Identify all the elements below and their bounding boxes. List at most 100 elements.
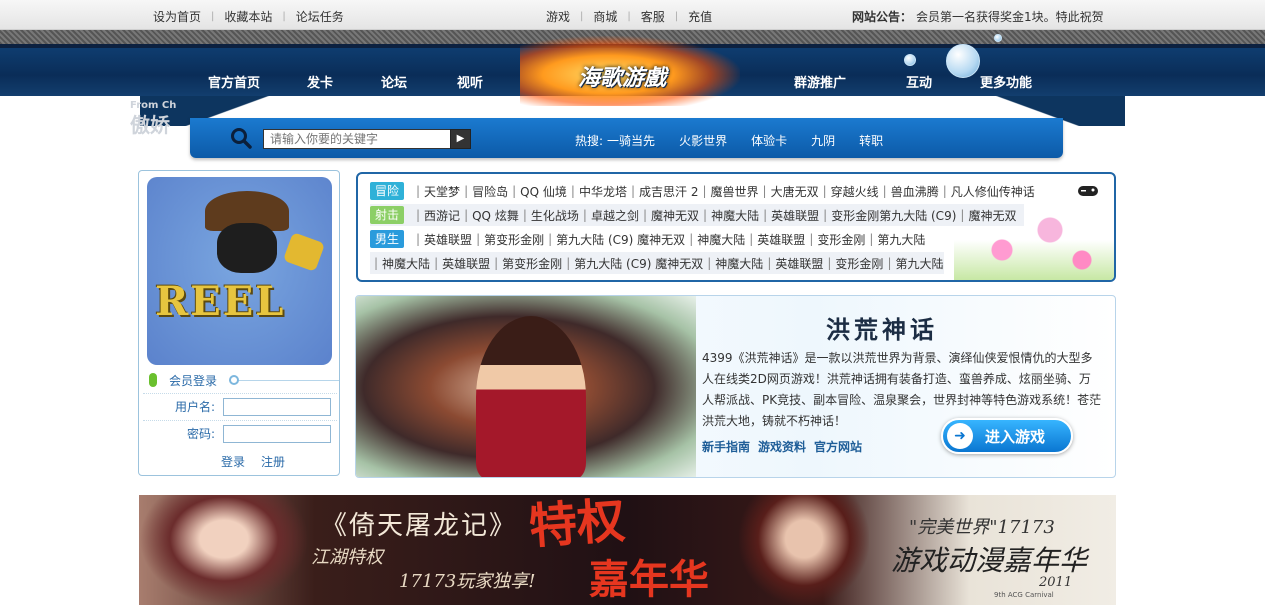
hot-term[interactable]: 火影世界	[679, 132, 727, 149]
nav-cards[interactable]: 发卡	[307, 72, 333, 91]
hot-term[interactable]: 九阴	[811, 132, 835, 149]
game-link[interactable]: 英雄联盟	[424, 231, 472, 248]
search-input[interactable]	[263, 129, 451, 149]
game-link[interactable]: 中华龙塔	[579, 183, 627, 200]
username-field[interactable]	[223, 397, 331, 416]
separator: |	[627, 11, 631, 22]
banner-right-text: "完美世界"17173	[909, 517, 1055, 538]
game-link[interactable]: 魔神无双	[968, 207, 1016, 224]
banner-year: 2011	[1039, 575, 1073, 590]
beginner-guide-link[interactable]: 新手指南	[702, 438, 750, 455]
game-link[interactable]: QQ 仙境	[520, 183, 567, 200]
nav-interact[interactable]: 互动	[906, 72, 932, 91]
game-link[interactable]: 英雄联盟	[775, 255, 823, 272]
category-tag[interactable]: 男生	[370, 230, 404, 248]
featured-game-art	[356, 296, 696, 477]
nav-media[interactable]: 视听	[457, 72, 483, 91]
game-link[interactable]: 生化战场	[531, 207, 579, 224]
promo-banner[interactable]: 《倚天屠龙记》 江湖特权 17173玩家独享! 特权 嘉年华 "完美世界"171…	[139, 495, 1116, 605]
separator: |	[763, 208, 768, 222]
game-link[interactable]: 大唐无双	[771, 183, 819, 200]
bubble-decoration	[994, 34, 1002, 42]
game-link[interactable]: 魔神无双	[651, 207, 699, 224]
game-link[interactable]: 凡人修仙传神话	[951, 183, 1035, 200]
recharge-link[interactable]: 充值	[688, 8, 712, 25]
game-link[interactable]: 成吉思汗 2	[639, 183, 698, 200]
game-link[interactable]: 兽血沸腾	[891, 183, 939, 200]
face-graphic	[217, 223, 277, 273]
game-link[interactable]: 西游记	[424, 207, 460, 224]
game-link[interactable]: 第九大陆 (C9) 魔神无双	[574, 255, 703, 272]
top-utility-bar: 设为首页 | 收藏本站 | 论坛任务 游戏 | 商城 | 客服 | 充值 网站公…	[0, 0, 1265, 30]
category-tag[interactable]: 冒险	[370, 182, 404, 200]
separator: |	[582, 208, 587, 222]
game-link[interactable]: 变形金刚	[817, 231, 865, 248]
game-category-box: 冒险 | 天堂梦 | 冒险岛 | QQ 仙境 | 中华龙塔 | 成吉思汗 2 | 魔兽世界 | 大唐无双 | 穿…	[356, 172, 1116, 282]
games-link[interactable]: 游戏	[546, 8, 570, 25]
separator: |	[822, 184, 827, 198]
nav-promotion[interactable]: 群游推广	[794, 72, 846, 91]
avatar-reel-text: REEL	[155, 278, 286, 325]
category-row: 男生 | 英雄联盟 | 第变形金刚 | 第九大陆 (C9) 魔神无双 | 神魔大陆 | 英雄联盟 | 变…	[370, 228, 925, 250]
game-info-link[interactable]: 游戏资料	[758, 438, 806, 455]
set-homepage-link[interactable]: 设为首页	[153, 8, 201, 25]
nav-home[interactable]: 官方首页	[208, 72, 260, 91]
password-field[interactable]	[223, 424, 331, 443]
game-link[interactable]: 神魔大陆	[711, 207, 759, 224]
site-logo[interactable]: 海歌游戲	[520, 36, 740, 106]
bubble-decoration	[946, 44, 980, 78]
separator: |	[548, 232, 553, 246]
hot-term[interactable]: 一骑当先	[607, 132, 655, 149]
enter-game-label: 进入游戏	[985, 427, 1046, 446]
enter-game-button[interactable]: ➜ 进入游戏	[941, 418, 1073, 454]
game-link[interactable]: QQ 炫舞	[472, 207, 519, 224]
game-link[interactable]: 魔兽世界	[711, 183, 759, 200]
game-link[interactable]: 英雄联盟	[757, 231, 805, 248]
banner-title: 《倚天屠龙记》	[321, 511, 518, 541]
hot-term[interactable]: 转职	[859, 132, 883, 149]
game-link[interactable]: 卓越之剑	[591, 207, 639, 224]
support-link[interactable]: 客服	[641, 8, 665, 25]
shop-link[interactable]: 商城	[593, 8, 617, 25]
banner-subtitle: 江湖特权	[311, 547, 383, 568]
hot-term[interactable]: 体验卡	[751, 132, 787, 149]
separator: |	[566, 256, 571, 270]
official-site-link[interactable]: 官方网站	[814, 438, 862, 455]
bubble-decoration	[904, 54, 916, 66]
separator: |	[416, 232, 421, 246]
login-button[interactable]: 登录	[221, 453, 245, 470]
forum-tasks-link[interactable]: 论坛任务	[296, 8, 344, 25]
game-link[interactable]: 天堂梦	[424, 183, 460, 200]
category-tag[interactable]: 射击	[370, 206, 404, 224]
nav-more[interactable]: 更多功能	[980, 72, 1032, 91]
game-link[interactable]: 神魔大陆	[697, 231, 745, 248]
nav-forum[interactable]: 论坛	[381, 72, 407, 91]
game-link[interactable]: 第九大陆 (C9) 魔神无双	[556, 231, 685, 248]
game-link[interactable]: 第变形金刚	[484, 231, 544, 248]
separator: |	[512, 184, 517, 198]
password-label: 密码:	[186, 427, 215, 441]
game-link[interactable]: 神魔大陆	[382, 255, 430, 272]
game-link[interactable]: 英雄联盟	[442, 255, 490, 272]
game-link[interactable]: 冒险岛	[472, 183, 508, 200]
separator: |	[707, 256, 712, 270]
game-link[interactable]: 变形金刚第九大陆 (C9)	[831, 207, 956, 224]
game-link[interactable]: 穿越火线	[831, 183, 879, 200]
game-link[interactable]: 英雄联盟	[771, 207, 819, 224]
register-button[interactable]: 注册	[261, 453, 285, 470]
play-arrow-icon[interactable]: ▶	[450, 129, 471, 149]
separator: |	[416, 208, 421, 222]
bookmark-link[interactable]: 收藏本站	[224, 8, 272, 25]
notice-text[interactable]: 会员第一名获得奖金1块。特此祝贺	[916, 8, 1104, 25]
banner-big-text-2: 嘉年华	[589, 556, 709, 603]
game-link[interactable]: 变形金刚	[835, 255, 883, 272]
category-row: 冒险 | 天堂梦 | 冒险岛 | QQ 仙境 | 中华龙塔 | 成吉思汗 2 | 魔兽世界 | 大唐无双 | 穿…	[370, 180, 1035, 202]
separator: |	[703, 208, 708, 222]
banner-big-text: 特权	[527, 495, 627, 556]
game-link[interactable]: 第变形金刚	[502, 255, 562, 272]
game-link[interactable]: 第九大陆	[877, 231, 925, 248]
game-link[interactable]: 神魔大陆	[715, 255, 763, 272]
separator: |	[887, 256, 892, 270]
game-link[interactable]: 第九大陆	[895, 255, 943, 272]
separator: |	[282, 11, 286, 22]
